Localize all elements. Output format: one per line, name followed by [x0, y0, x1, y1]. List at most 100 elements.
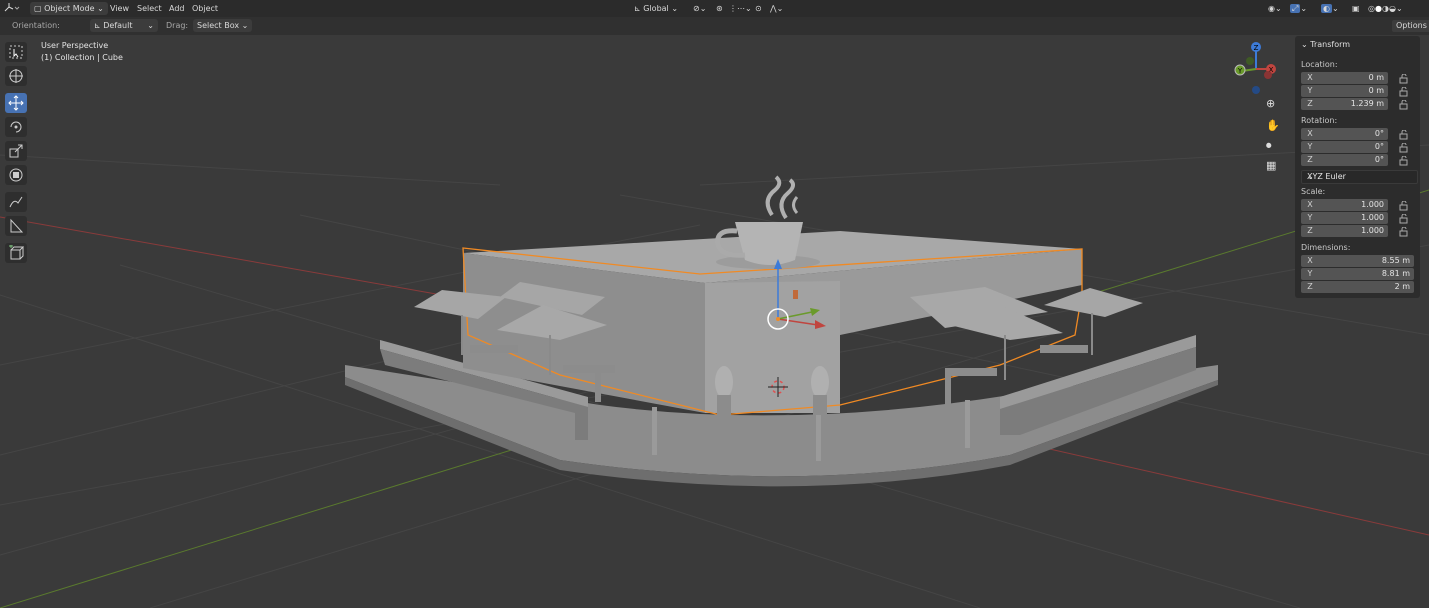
- rotation-mode-dropdown[interactable]: XYZ Euler ⌄: [1301, 170, 1418, 184]
- lock-icon[interactable]: [1399, 214, 1408, 224]
- zoom-icon: ⊕: [1266, 97, 1276, 110]
- gizmo-icon: ⤢: [1290, 4, 1301, 13]
- select-icon: [9, 45, 23, 59]
- navigation-gizmo[interactable]: Z X Y: [1230, 39, 1282, 99]
- annotate-tool[interactable]: [5, 192, 27, 212]
- rotation-z-field[interactable]: Z 0°: [1301, 154, 1388, 166]
- wireframe-shading-icon[interactable]: ◎: [1368, 4, 1375, 13]
- xray-icon: ▣: [1352, 4, 1360, 13]
- y-axis-line-left: [0, 434, 561, 608]
- hand-icon: ✋: [1266, 119, 1280, 132]
- shading-mode-group[interactable]: ◎●◑◒⌄: [1368, 2, 1403, 15]
- pivot-icon: ⊘⌄: [693, 4, 707, 13]
- annotate-icon: [9, 196, 23, 208]
- options-button[interactable]: Options: [1392, 20, 1429, 32]
- dimensions-x-field[interactable]: X 8.55 m: [1301, 255, 1414, 267]
- ruler-icon: [10, 218, 24, 233]
- scale-tool[interactable]: [5, 141, 27, 161]
- proportional-edit-icon: ⊙: [755, 4, 762, 13]
- mode-selector[interactable]: ▢ Object Mode ⌄: [30, 2, 108, 15]
- dimensions-label: Dimensions:: [1301, 243, 1351, 252]
- rotation-y-field[interactable]: Y 0°: [1301, 141, 1388, 153]
- lock-icon[interactable]: [1399, 143, 1408, 153]
- snap-target-selector[interactable]: ⋮⋯⌄: [729, 2, 752, 15]
- tool-options-bar: Orientation: ⊾ Default ⌄ Drag: Select Bo…: [0, 17, 1429, 35]
- lock-icon[interactable]: [1399, 74, 1408, 84]
- add-cube-tool[interactable]: [5, 243, 27, 263]
- location-x-field[interactable]: X0 m: [1301, 72, 1388, 84]
- menu-select[interactable]: Select: [137, 2, 162, 15]
- lock-icon[interactable]: [1399, 130, 1408, 140]
- move-tool[interactable]: [5, 93, 27, 113]
- snap-toggle[interactable]: ⊛: [716, 2, 723, 15]
- lock-icon[interactable]: [1399, 201, 1408, 211]
- visibility-selector[interactable]: ◉⌄: [1268, 2, 1282, 15]
- cursor-tool[interactable]: [5, 66, 27, 86]
- lock-icon[interactable]: [1399, 100, 1408, 110]
- rotation-x-field[interactable]: X 0°: [1301, 128, 1388, 140]
- rendered-shading-icon[interactable]: ◒: [1389, 4, 1396, 13]
- dimensions-z-field[interactable]: Z2 m: [1301, 281, 1414, 293]
- xray-toggle[interactable]: ▣: [1352, 2, 1360, 15]
- pole: [652, 407, 657, 455]
- scale-z-field[interactable]: Z 1.000: [1301, 225, 1388, 237]
- lock-icon[interactable]: [1399, 87, 1408, 97]
- steam: [765, 175, 782, 217]
- axes-icon: ⊾: [94, 21, 101, 30]
- location-y-field[interactable]: Y0 m: [1301, 85, 1388, 97]
- measure-tool[interactable]: [5, 216, 27, 236]
- planter: [811, 366, 829, 398]
- transform-panel-header[interactable]: ⌄ Transform: [1301, 40, 1350, 49]
- rotate-tool[interactable]: [5, 117, 27, 137]
- gizmo-toggle[interactable]: ⤢ ⌄: [1290, 2, 1307, 15]
- grid-icon: ▦: [1266, 159, 1277, 172]
- x-axis-line-left: [0, 216, 471, 301]
- chevron-down-icon: ⌄: [1301, 40, 1308, 49]
- menu-add[interactable]: Add: [169, 2, 185, 15]
- snap-icon: ⊛: [716, 4, 723, 13]
- axes-icon: ⊾: [634, 4, 641, 13]
- transform-icon: [9, 168, 23, 182]
- orientation-label: Orientation:: [12, 21, 60, 30]
- coffee-cup: [735, 222, 803, 265]
- transform-tool[interactable]: [5, 165, 27, 185]
- pivot-point-selector[interactable]: ⊘⌄: [693, 2, 706, 15]
- orientation-dropdown[interactable]: ⊾ Default ⌄: [90, 19, 158, 32]
- scale-x-field[interactable]: X 1.000: [1301, 199, 1388, 211]
- solid-shading-icon[interactable]: ●: [1375, 4, 1382, 13]
- planter: [715, 366, 733, 398]
- zoom-button[interactable]: ⊕: [1266, 97, 1284, 115]
- editor-type-button[interactable]: [4, 2, 20, 15]
- drag-dropdown[interactable]: Select Box ⌄: [193, 19, 253, 32]
- lock-icon[interactable]: [1399, 227, 1408, 237]
- overlay-toggle[interactable]: ◐ ⌄: [1321, 2, 1339, 15]
- pan-button[interactable]: ✋: [1266, 119, 1284, 137]
- x-axis-line-right: [1009, 439, 1429, 536]
- menu-view[interactable]: View: [110, 2, 129, 15]
- camera-icon: ⏺: [1266, 139, 1272, 152]
- 3d-viewport[interactable]: User Perspective (1) Collection | Cube Z…: [0, 35, 1429, 608]
- scale-icon: [9, 144, 23, 158]
- pole: [816, 413, 821, 461]
- viewport-scene: [0, 144, 1429, 608]
- dimensions-y-field[interactable]: Y 8.81 m: [1301, 268, 1414, 280]
- falloff-selector[interactable]: ⋀⌄: [770, 2, 783, 15]
- falloff-icon: ⋀⌄: [770, 4, 784, 13]
- cursor-icon: [9, 69, 23, 83]
- material-shading-icon[interactable]: ◑: [1382, 4, 1389, 13]
- proportional-edit-toggle[interactable]: ⊙: [755, 2, 762, 15]
- drag-label: Drag:: [166, 21, 189, 30]
- object-mode-icon: ▢: [34, 4, 42, 13]
- camera-view-button[interactable]: ⏺: [1266, 139, 1284, 157]
- chevron-down-icon: ⌄: [97, 4, 104, 13]
- gizmo-y-label: Y: [1237, 67, 1243, 75]
- perspective-toggle-button[interactable]: ▦: [1266, 159, 1284, 177]
- scale-y-field[interactable]: Y 1.000: [1301, 212, 1388, 224]
- location-z-field[interactable]: Z 1.239 m: [1301, 98, 1388, 110]
- select-box-tool[interactable]: [5, 42, 27, 62]
- menu-object[interactable]: Object: [192, 2, 218, 15]
- add-cube-icon: [9, 245, 24, 260]
- transform-orientation-selector[interactable]: ⊾ Global ⌄: [634, 2, 678, 15]
- snap-target-icon: ⋮⋯⌄: [729, 4, 752, 13]
- lock-icon[interactable]: [1399, 156, 1408, 166]
